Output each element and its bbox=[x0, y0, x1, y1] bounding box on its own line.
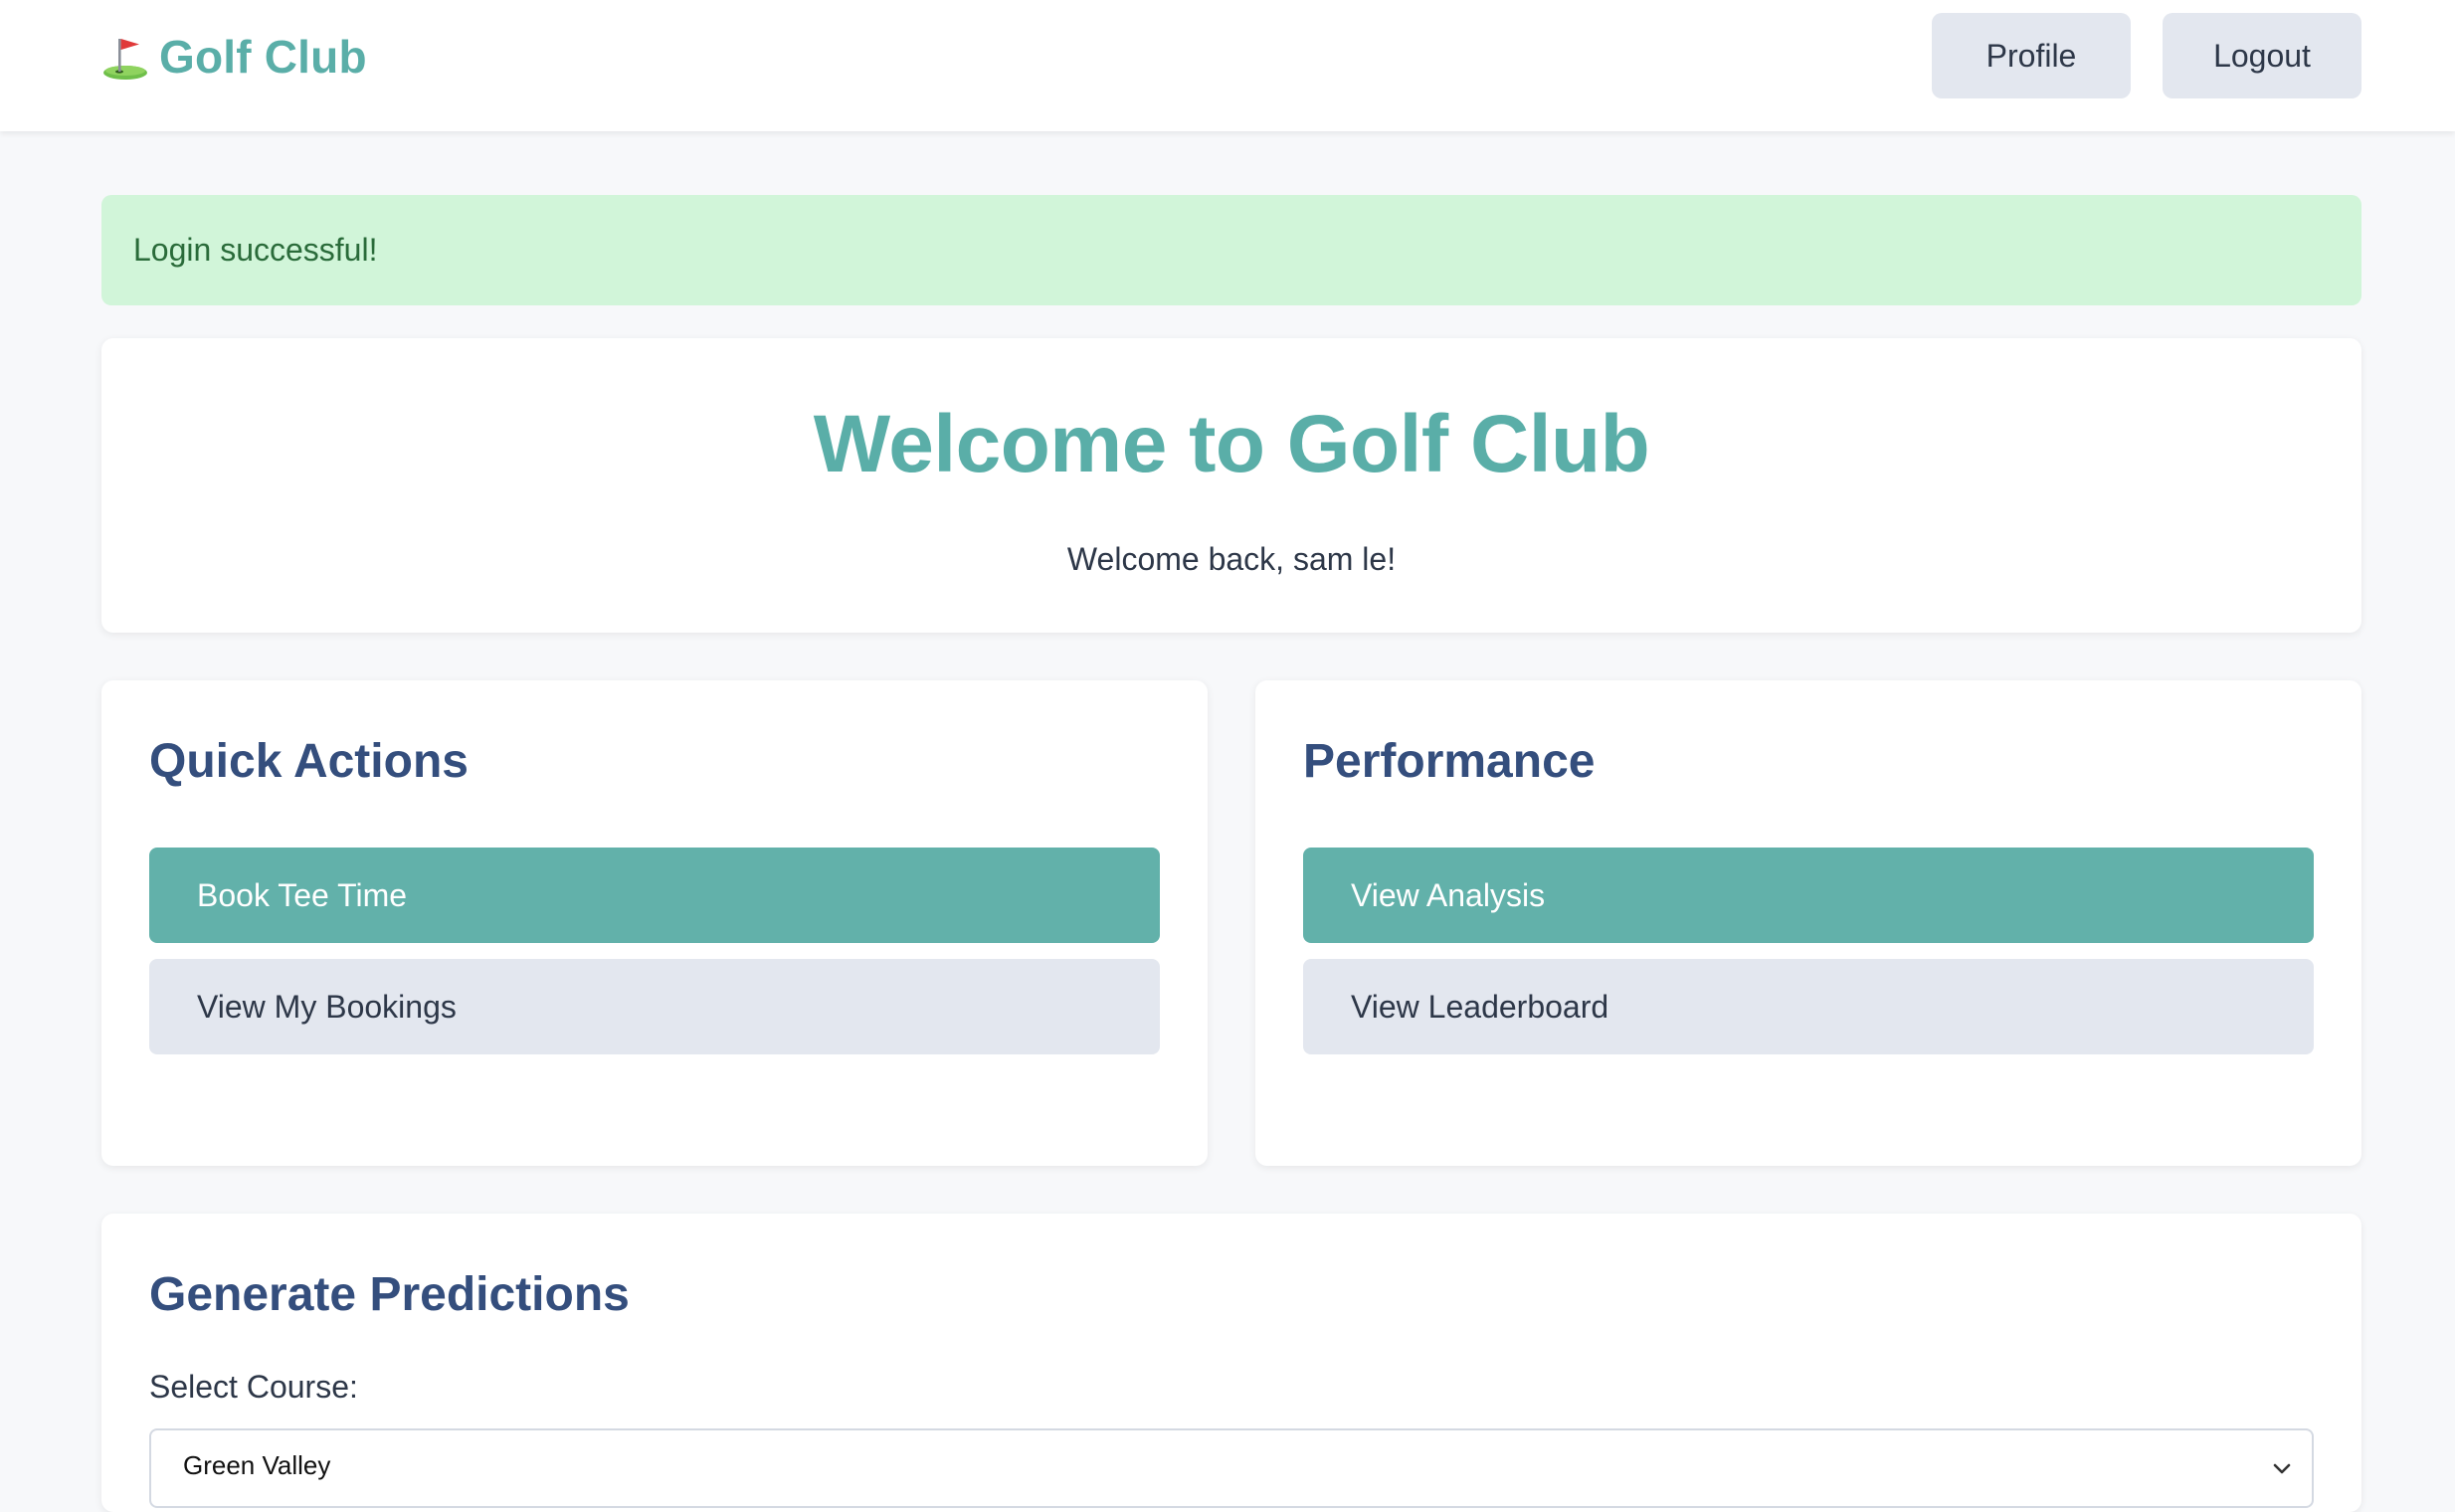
view-leaderboard-button[interactable]: View Leaderboard bbox=[1303, 959, 2314, 1054]
book-tee-time-button[interactable]: Book Tee Time bbox=[149, 848, 1160, 943]
page-title: Welcome to Golf Club bbox=[813, 399, 1650, 489]
logout-button[interactable]: Logout bbox=[2163, 13, 2361, 98]
course-select[interactable]: Green Valley bbox=[149, 1428, 2314, 1508]
generate-predictions-heading: Generate Predictions bbox=[149, 1268, 630, 1321]
top-navbar: Golf Club Profile Logout bbox=[0, 0, 2455, 131]
quick-actions-card: Quick Actions Book Tee Time View My Book… bbox=[101, 680, 1208, 1166]
chevron-down-icon bbox=[2273, 1463, 2291, 1474]
performance-card: Performance View Analysis View Leaderboa… bbox=[1255, 680, 2361, 1166]
welcome-message: Welcome back, sam le! bbox=[1066, 541, 1397, 577]
brand-logo[interactable]: Golf Club bbox=[99, 28, 367, 86]
brand-name: Golf Club bbox=[159, 31, 367, 83]
golf-flag-icon bbox=[103, 39, 147, 80]
select-course-label: Select Course: bbox=[149, 1369, 358, 1405]
welcome-card: Welcome to Golf Club Welcome back, sam l… bbox=[101, 338, 2361, 633]
performance-heading: Performance bbox=[1303, 735, 1596, 788]
success-alert: Login successful! bbox=[101, 195, 2361, 305]
view-my-bookings-button[interactable]: View My Bookings bbox=[149, 959, 1160, 1054]
quick-actions-heading: Quick Actions bbox=[149, 735, 469, 788]
generate-predictions-card: Generate Predictions Select Course: Gree… bbox=[101, 1214, 2361, 1512]
view-analysis-button[interactable]: View Analysis bbox=[1303, 848, 2314, 943]
alert-message: Login successful! bbox=[133, 232, 378, 268]
profile-button[interactable]: Profile bbox=[1932, 13, 2131, 98]
